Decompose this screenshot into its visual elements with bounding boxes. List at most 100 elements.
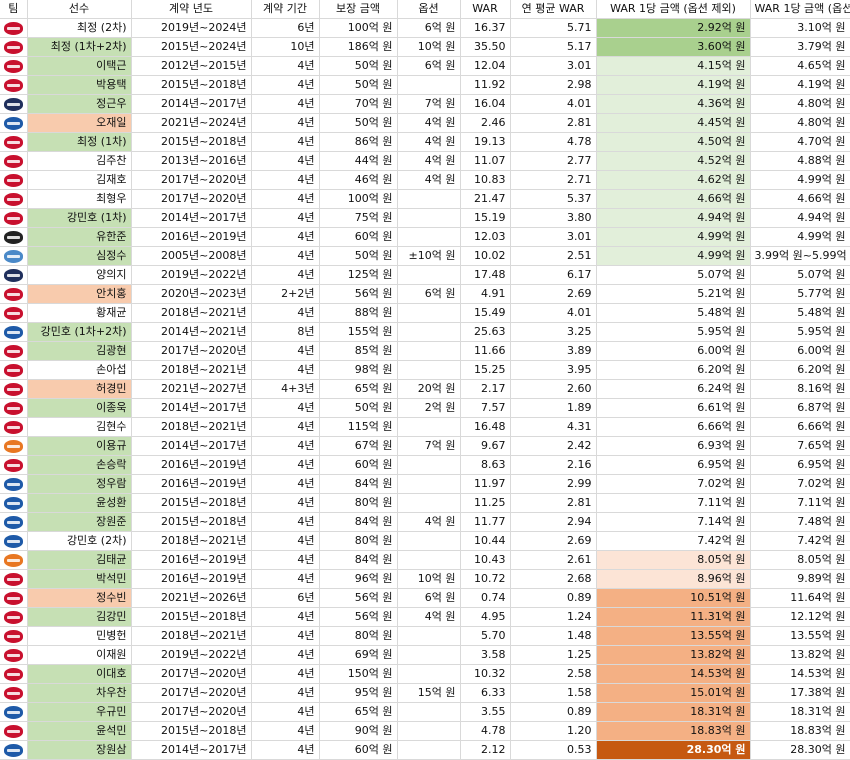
war-cell: 10.72: [460, 569, 511, 590]
contract-year-cell: 2014년~2021년: [131, 322, 252, 343]
contract-year-cell: 2017년~2020년: [131, 702, 252, 723]
table-body: 최정 (2차) 2019년~2024년 6년 100억 원 6억 원 16.37 5.71 2…: [0, 18, 850, 760]
guarantee-cell: 84억 원: [319, 474, 398, 495]
option-cell: [397, 664, 461, 685]
team-logo-icon: [3, 306, 23, 320]
team-logo-icon: [3, 667, 23, 681]
table-row: 윤성환 2015년~2018년 4년 80억 원 11.25 2.81 7.11억 원 7.1…: [0, 493, 850, 514]
option-cell: [397, 360, 461, 381]
per-war-excl-option-cell: 8.05억 원: [596, 550, 751, 571]
contract-period-cell: 4년: [251, 626, 320, 647]
header-team: 팀: [0, 0, 28, 20]
war-cell: 10.44: [460, 531, 511, 552]
table-row: 최정 (1차) 2015년~2018년 4년 86억 원 4억 원 19.13 4.78 4.…: [0, 132, 850, 153]
contract-period-cell: 4년: [251, 474, 320, 495]
option-cell: 6억 원: [397, 18, 461, 39]
table-row: 유한준 2016년~2019년 4년 60억 원 12.03 3.01 4.99억 원 4.9…: [0, 227, 850, 248]
war-cell: 4.91: [460, 284, 511, 305]
war-cell: 15.19: [460, 208, 511, 229]
option-cell: 2억 원: [397, 398, 461, 419]
team-cell: [0, 18, 28, 39]
team-cell: [0, 664, 28, 685]
per-war-excl-option-cell: 5.07억 원: [596, 265, 751, 286]
avg-war-cell: 2.69: [510, 284, 597, 305]
player-cell: 이대호: [27, 664, 132, 685]
war-cell: 2.12: [460, 740, 511, 760]
player-cell: 강민호 (1차+2차): [27, 322, 132, 343]
guarantee-cell: 84억 원: [319, 512, 398, 533]
team-logo-icon: [3, 439, 23, 453]
per-war-incl-option-cell: 6.20억 원: [750, 360, 850, 381]
table-row: 양의지 2019년~2022년 4년 125억 원 17.48 6.17 5.07억 원 5.…: [0, 265, 850, 286]
per-war-excl-option-cell: 10.51억 원: [596, 588, 751, 609]
team-cell: [0, 246, 28, 267]
guarantee-cell: 44억 원: [319, 151, 398, 172]
avg-war-cell: 3.01: [510, 56, 597, 77]
per-war-incl-option-cell: 5.48억 원: [750, 303, 850, 324]
header-per-war-excl-option: WAR 1당 금액 (옵션 제외): [596, 0, 751, 20]
table-row: 박용택 2015년~2018년 4년 50억 원 11.92 2.98 4.19억 원 4.1…: [0, 75, 850, 96]
per-war-excl-option-cell: 6.95억 원: [596, 455, 751, 476]
per-war-excl-option-cell: 4.50억 원: [596, 132, 751, 153]
guarantee-cell: 56억 원: [319, 607, 398, 628]
team-logo-icon: [3, 192, 23, 206]
team-cell: [0, 113, 28, 134]
contract-period-cell: 4년: [251, 398, 320, 419]
per-war-incl-option-cell: 7.02억 원: [750, 474, 850, 495]
team-cell: [0, 607, 28, 628]
per-war-excl-option-cell: 4.19억 원: [596, 75, 751, 96]
contract-year-cell: 2021년~2026년: [131, 588, 252, 609]
team-cell: [0, 341, 28, 362]
option-cell: 10억 원: [397, 37, 461, 58]
contract-year-cell: 2012년~2015년: [131, 56, 252, 77]
avg-war-cell: 1.24: [510, 607, 597, 628]
team-logo-icon: [3, 534, 23, 548]
team-logo-icon: [3, 325, 23, 339]
guarantee-cell: 88억 원: [319, 303, 398, 324]
team-logo-icon: [3, 648, 23, 662]
team-logo-icon: [3, 287, 23, 301]
per-war-incl-option-cell: 13.82억 원: [750, 645, 850, 666]
guarantee-cell: 67억 원: [319, 436, 398, 457]
war-cell: 11.07: [460, 151, 511, 172]
option-cell: [397, 531, 461, 552]
contract-year-cell: 2014년~2017년: [131, 208, 252, 229]
team-logo-icon: [3, 382, 23, 396]
contract-period-cell: 8년: [251, 322, 320, 343]
contract-period-cell: 4+3년: [251, 379, 320, 400]
per-war-excl-option-cell: 6.66억 원: [596, 417, 751, 438]
per-war-excl-option-cell: 4.99억 원: [596, 227, 751, 248]
avg-war-cell: 1.25: [510, 645, 597, 666]
contract-period-cell: 4년: [251, 569, 320, 590]
option-cell: ±10억 원: [397, 246, 461, 267]
player-cell: 김주찬: [27, 151, 132, 172]
team-logo-icon: [3, 458, 23, 472]
team-cell: [0, 550, 28, 571]
option-cell: 4억 원: [397, 113, 461, 134]
per-war-incl-option-cell: 5.07억 원: [750, 265, 850, 286]
player-cell: 양의지: [27, 265, 132, 286]
guarantee-cell: 98억 원: [319, 360, 398, 381]
war-cell: 10.02: [460, 246, 511, 267]
avg-war-cell: 1.58: [510, 683, 597, 704]
team-logo-icon: [3, 743, 23, 757]
option-cell: 4억 원: [397, 607, 461, 628]
team-cell: [0, 493, 28, 514]
team-logo-icon: [3, 268, 23, 282]
avg-war-cell: 0.89: [510, 702, 597, 723]
team-cell: [0, 683, 28, 704]
guarantee-cell: 60억 원: [319, 455, 398, 476]
contract-period-cell: 4년: [251, 417, 320, 438]
table-row: 손승락 2016년~2019년 4년 60억 원 8.63 2.16 6.95억 원 6.95…: [0, 455, 850, 476]
guarantee-cell: 50억 원: [319, 113, 398, 134]
table-row: 정우람 2016년~2019년 4년 84억 원 11.97 2.99 7.02억 원 7.0…: [0, 474, 850, 495]
per-war-excl-option-cell: 6.61억 원: [596, 398, 751, 419]
team-logo-icon: [3, 363, 23, 377]
guarantee-cell: 56억 원: [319, 588, 398, 609]
per-war-excl-option-cell: 4.62억 원: [596, 170, 751, 191]
per-war-excl-option-cell: 5.21억 원: [596, 284, 751, 305]
table-row: 차우찬 2017년~2020년 4년 95억 원 15억 원 6.33 1.58 15.01억…: [0, 683, 850, 704]
per-war-excl-option-cell: 14.53억 원: [596, 664, 751, 685]
war-cell: 11.97: [460, 474, 511, 495]
avg-war-cell: 5.17: [510, 37, 597, 58]
